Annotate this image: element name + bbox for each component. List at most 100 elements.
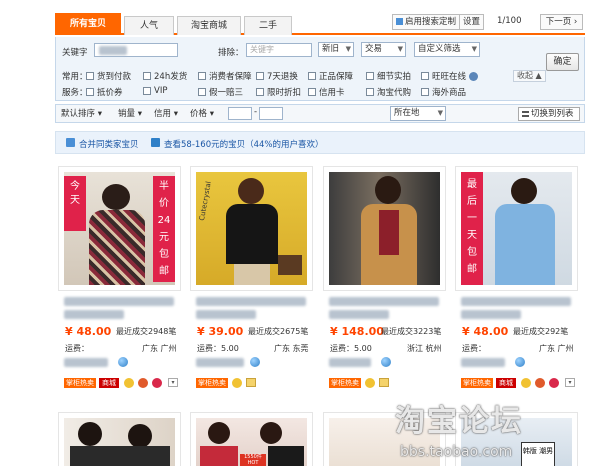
option-label: 消费者保障 (209, 72, 252, 82)
option-purchasing-agent[interactable]: 淘宝代购 (366, 86, 411, 98)
more-dropdown-icon[interactable]: ▾ (565, 378, 575, 387)
product-card[interactable]: ¥ 148.00 最近成交3223笔 运费：5.00 浙江 杭州 掌柜热卖 (323, 166, 446, 394)
next-page-button[interactable]: 下一页 › (540, 14, 583, 30)
blurred-title (329, 297, 439, 306)
blurred-seller (461, 358, 505, 367)
product-image[interactable] (64, 418, 175, 466)
product-image-frame[interactable] (323, 166, 446, 291)
custom-filter-select[interactable]: 自定义筛选 ▼ (414, 42, 480, 57)
keyword-input[interactable] (94, 43, 178, 57)
model-outfit (200, 446, 238, 466)
more-dropdown-icon[interactable]: ▾ (168, 378, 178, 387)
option-label: 淘宝代购 (377, 88, 412, 98)
tab-tmall[interactable]: 淘宝商城 (177, 16, 241, 35)
product-shipping: 运费： (462, 344, 486, 353)
checkbox-icon (366, 88, 374, 96)
tab-second-hand[interactable]: 二手 (244, 16, 292, 35)
condition-select[interactable]: 新旧 ▼ (318, 42, 354, 57)
merge-similar-link[interactable]: 合并同类家宝贝 (79, 138, 139, 150)
option-vip[interactable]: VIP (143, 86, 167, 96)
wangwang-icon[interactable] (250, 357, 260, 367)
common-label: 常用： (62, 72, 88, 82)
wangwang-icon (469, 71, 479, 81)
sort-price[interactable]: 价格 ▾ (190, 107, 214, 119)
blurred-seller (64, 358, 108, 367)
option-fake-pay-three[interactable]: 假一赔三 (198, 86, 243, 98)
option-label: 7天退换 (267, 72, 298, 82)
price-max-input[interactable] (259, 107, 283, 120)
checkbox-icon (308, 72, 316, 80)
blurred-title (196, 297, 306, 306)
condition-select-value: 新旧 (322, 44, 340, 54)
option-consumer-protection[interactable]: 消费者保障 (198, 70, 252, 82)
product-location: 广东 广州 (539, 344, 574, 353)
brand-text: Cutecrystal (198, 180, 213, 222)
merge-bar: 合并同类家宝贝 查看58-160元的宝贝（44%的用户喜欢） (55, 131, 585, 154)
product-image-frame[interactable]: Cutecrystal (190, 166, 313, 291)
banner-char: 后 (467, 196, 477, 207)
option-real-photos[interactable]: 细节实拍 (366, 70, 411, 82)
banner-char: 天 (70, 195, 80, 206)
merge-icon (66, 138, 75, 147)
keyword-label: 关键字 (62, 48, 88, 58)
product-image[interactable]: 今 天 半 价 24 元 包 邮 (64, 172, 175, 285)
option-voucher[interactable]: 抵价券 (86, 86, 123, 98)
location-select[interactable]: 所在地 ▼ (390, 106, 446, 121)
checkbox-icon (256, 72, 264, 80)
shop-hot-badge: 掌柜热卖 (461, 378, 493, 388)
blurred-seller (196, 358, 244, 367)
settings-button[interactable]: 设置 (459, 14, 484, 30)
forum-watermark-url: bbs.taobao.com (400, 444, 513, 460)
sort-credit[interactable]: 信用 ▾ (154, 107, 178, 119)
product-card[interactable] (58, 412, 181, 466)
product-card[interactable]: 1550件 HOT (190, 412, 313, 466)
option-24h[interactable]: 24h发货 (143, 70, 187, 82)
collapse-button[interactable]: 收起 ▲ (513, 70, 546, 82)
flower-icon (152, 378, 162, 388)
option-genuine[interactable]: 正品保障 (308, 70, 353, 82)
trade-select[interactable]: 交易 ▼ (361, 42, 406, 57)
product-price: ¥ 39.00 (197, 325, 244, 338)
wangwang-icon[interactable] (515, 357, 525, 367)
option-7day-return[interactable]: 7天退换 (256, 70, 298, 82)
price-range-link[interactable]: 查看58-160元的宝贝（44%的用户喜欢） (164, 138, 324, 150)
option-label: 抵价券 (97, 88, 123, 98)
price-range-icon (151, 138, 160, 147)
product-card[interactable]: 最 后 一 天 包 邮 ¥ 48.00 最近成交292笔 运费： 广东 广州 掌… (455, 166, 578, 394)
option-label: VIP (154, 86, 168, 96)
option-label: 24h发货 (154, 72, 188, 82)
tab-popularity[interactable]: 人气 (124, 16, 174, 35)
location-select-value: 所在地 (394, 108, 420, 118)
banner-char: 今 (70, 181, 80, 192)
option-overseas[interactable]: 海外商品 (421, 86, 466, 98)
product-image[interactable]: 最 后 一 天 包 邮 (461, 172, 572, 285)
confirm-button[interactable]: 确定 (546, 53, 579, 71)
product-image-frame[interactable]: 今 天 半 价 24 元 包 邮 (58, 166, 181, 291)
checkbox-icon (143, 72, 151, 80)
sort-sales[interactable]: 销量 ▾ (118, 107, 142, 119)
store-icon (246, 378, 256, 387)
wangwang-icon[interactable] (118, 357, 128, 367)
price-min-input[interactable] (228, 107, 252, 120)
option-wangwang-online[interactable]: 旺旺在线 (421, 70, 479, 82)
sort-price-label: 价格 (190, 109, 208, 119)
tab-all-items[interactable]: 所有宝贝 (55, 13, 121, 35)
model-head (78, 422, 102, 446)
sort-bar: 默认排序 ▾ 销量 ▾ 信用 ▾ 价格 ▾ - 所在地 ▼ 切换到列表 (55, 104, 585, 123)
option-limited-discount[interactable]: 限时折扣 (256, 86, 301, 98)
product-image[interactable]: 1550件 HOT (196, 418, 307, 466)
product-image[interactable] (329, 172, 440, 285)
product-card[interactable]: Cutecrystal ¥ 39.00 最近成交2675笔 运费：5.00 广东… (190, 166, 313, 394)
option-cod[interactable]: 货到付款 (86, 70, 131, 82)
banner-char: 天 (467, 230, 477, 241)
guarantee-icon (521, 378, 531, 388)
product-card[interactable]: 今 天 半 价 24 元 包 邮 ¥ 48.00 最近成交2948笔 运费： 广… (58, 166, 181, 394)
product-image[interactable]: Cutecrystal (196, 172, 307, 285)
option-label: 细节实拍 (377, 72, 412, 82)
sort-default[interactable]: 默认排序 ▾ (61, 107, 102, 119)
wangwang-icon[interactable] (381, 357, 391, 367)
exclude-input[interactable]: 关键字 (246, 43, 312, 57)
option-credit-card[interactable]: 信用卡 (308, 86, 345, 98)
switch-to-list-button[interactable]: 切换到列表 (518, 107, 580, 121)
product-image-frame[interactable]: 最 后 一 天 包 邮 (455, 166, 578, 291)
